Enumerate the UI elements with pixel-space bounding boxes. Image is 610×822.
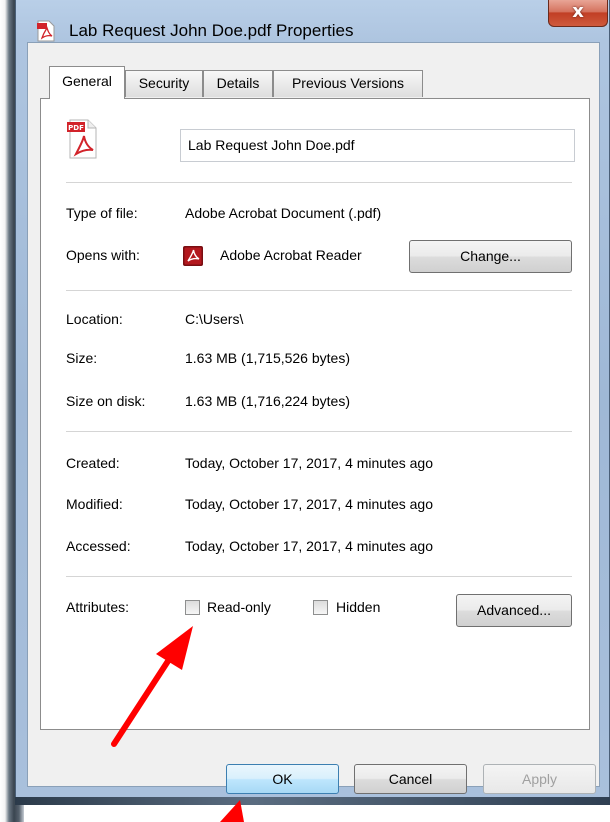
- separator-4: [66, 576, 572, 577]
- cancel-button-label: Cancel: [388, 771, 433, 787]
- type-value: Adobe Acrobat Document (.pdf): [185, 205, 382, 221]
- created-label: Created:: [66, 455, 120, 471]
- separator-2: [66, 290, 572, 291]
- close-icon: x: [572, 1, 584, 22]
- apply-button-label: Apply: [521, 771, 558, 787]
- accessed-label: Accessed:: [66, 538, 131, 554]
- modified-label: Modified:: [66, 496, 123, 512]
- size-value: 1.63 MB (1,715,526 bytes): [185, 350, 350, 366]
- size-on-disk-value: 1.63 MB (1,716,224 bytes): [185, 393, 350, 409]
- change-button[interactable]: Change...: [409, 240, 572, 273]
- pdf-document-icon: PDF: [67, 119, 97, 159]
- change-button-label: Change...: [460, 248, 521, 264]
- pdf-badge-text: PDF: [68, 124, 84, 132]
- accessed-value: Today, October 17, 2017, 4 minutes ago: [185, 538, 434, 554]
- read-only-label[interactable]: Read-only: [207, 599, 271, 615]
- hidden-checkbox[interactable]: [313, 600, 328, 615]
- tab-previous-versions-label: Previous Versions: [291, 75, 405, 91]
- location-label: Location:: [66, 311, 123, 327]
- ok-button-label: OK: [272, 771, 293, 787]
- acrobat-reader-icon: [183, 246, 203, 266]
- location-value: C:\Users\: [185, 311, 244, 327]
- opens-with-value: Adobe Acrobat Reader: [220, 247, 362, 263]
- type-label: Type of file:: [66, 205, 138, 221]
- separator-1: [66, 182, 572, 183]
- ok-button[interactable]: OK: [226, 764, 339, 794]
- modified-value: Today, October 17, 2017, 4 minutes ago: [185, 496, 434, 512]
- tab-details-label: Details: [216, 75, 260, 91]
- close-button[interactable]: x: [548, 0, 608, 27]
- separator-3: [66, 431, 572, 432]
- window-title: Lab Request John Doe.pdf Properties: [69, 21, 354, 40]
- tab-details[interactable]: Details: [203, 70, 273, 97]
- size-on-disk-label: Size on disk:: [66, 393, 146, 409]
- opens-with-label: Opens with:: [66, 247, 140, 263]
- file-name-input[interactable]: Lab Request John Doe.pdf: [180, 129, 575, 162]
- cancel-button[interactable]: Cancel: [354, 764, 467, 794]
- read-only-checkbox[interactable]: [185, 600, 200, 615]
- size-label: Size:: [66, 350, 98, 366]
- file-name-text: Lab Request John Doe.pdf: [188, 137, 355, 153]
- advanced-button-label: Advanced...: [477, 602, 551, 618]
- hidden-label[interactable]: Hidden: [336, 599, 380, 615]
- annotation-arrow-ok: [220, 800, 244, 822]
- attributes-label: Attributes:: [66, 599, 130, 615]
- annotation-arrow-read-only: [111, 626, 193, 747]
- window-bottom-edge: [15, 797, 610, 805]
- tab-security[interactable]: Security: [125, 70, 203, 97]
- created-value: Today, October 17, 2017, 4 minutes ago: [185, 455, 434, 471]
- tab-previous-versions[interactable]: Previous Versions: [273, 70, 423, 97]
- advanced-button[interactable]: Advanced...: [456, 594, 572, 627]
- pdf-file-icon: [37, 20, 55, 42]
- apply-button[interactable]: Apply: [483, 764, 596, 794]
- tab-general-label: General: [62, 73, 112, 89]
- tab-general[interactable]: General: [49, 66, 125, 99]
- tab-security-label: Security: [138, 75, 190, 91]
